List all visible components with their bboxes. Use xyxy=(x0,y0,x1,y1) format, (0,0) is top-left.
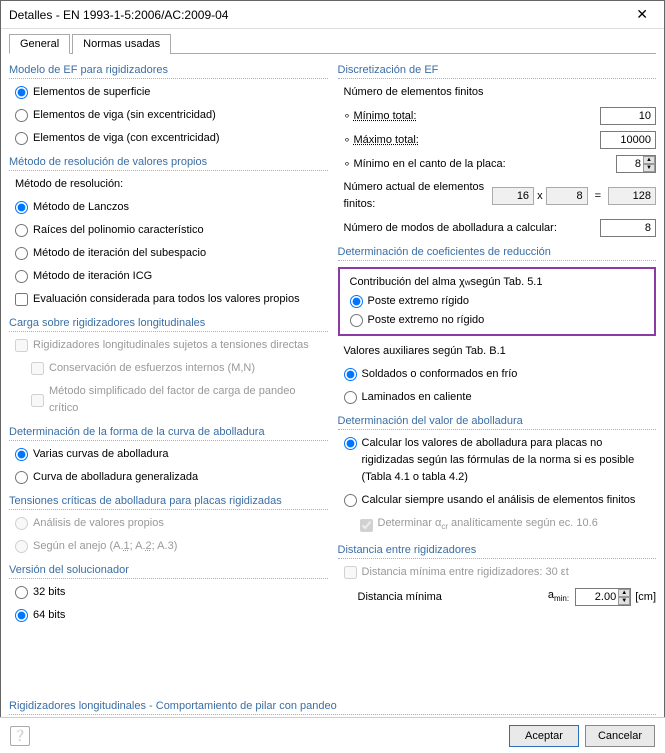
tab-normas[interactable]: Normas usadas xyxy=(72,34,171,54)
right-column: Discretización de EF Número de elementos… xyxy=(338,60,657,688)
highlight-box: Contribución del alma χw según Tab. 5.1 … xyxy=(338,267,657,336)
footer: ❔ Aceptar Cancelar xyxy=(0,717,665,753)
group-buckle-shape: Determinación de la forma de la curva de… xyxy=(9,424,328,441)
spin-down-icon[interactable]: ▼ xyxy=(618,597,630,605)
tab-general[interactable]: General xyxy=(9,34,70,54)
check-min-dist: Distancia mínima entre rigidizadores: 30… xyxy=(344,564,569,581)
check-simplified: Método simplificado del factor de carga … xyxy=(31,383,328,417)
radio-lanczos[interactable]: Método de Lanczos xyxy=(15,199,129,216)
readout-fe-y: 8 xyxy=(546,187,588,205)
check-conserve-mn: Conservación de esfuerzos internos (M,N) xyxy=(31,360,255,377)
radio-rigid-end[interactable]: Poste extremo rígido xyxy=(350,293,470,310)
label-num-fe: Número de elementos finitos xyxy=(338,83,657,102)
spin-down-icon[interactable]: ▼ xyxy=(643,164,655,172)
check-alpha-cr: Determinar αcr analíticamente según ec. … xyxy=(360,515,598,535)
label-aux-b1: Valores auxiliares según Tab. B.1 xyxy=(338,342,657,361)
radio-hotrolled[interactable]: Laminados en caliente xyxy=(344,389,472,406)
input-max-total[interactable] xyxy=(600,131,656,149)
radio-nonrigid-end[interactable]: Poste extremo no rígido xyxy=(350,312,485,329)
label-method: Método de resolución: xyxy=(9,175,328,194)
radio-icg[interactable]: Método de iteración ICG xyxy=(15,268,152,285)
readout-fe-x: 16 xyxy=(492,187,534,205)
radio-beam-ecc[interactable]: Elementos de viga (con excentricidad) xyxy=(15,130,219,147)
left-column: Modelo de EF para rigidizadores Elemento… xyxy=(9,60,328,688)
label-current-fe: Número actual de elementos finitos: xyxy=(344,179,493,213)
group-load-stiff: Carga sobre rigidizadores longitudinales xyxy=(9,315,328,332)
help-icon[interactable]: ❔ xyxy=(10,726,30,746)
radio-eigen-analysis: Análisis de valores propios xyxy=(15,515,164,532)
cancel-button[interactable]: Cancelar xyxy=(585,725,655,747)
radio-poly[interactable]: Raíces del polinomio característico xyxy=(15,222,204,239)
close-icon[interactable]: ✕ xyxy=(628,4,656,25)
input-modes[interactable] xyxy=(600,219,656,237)
label-web-contrib: Contribución del alma χw según Tab. 5.1 xyxy=(344,273,651,292)
spin-up-icon[interactable]: ▲ xyxy=(643,156,655,164)
group-ef-model: Modelo de EF para rigidizadores xyxy=(9,62,328,79)
group-solver-ver: Versión del solucionador xyxy=(9,562,328,579)
radio-subspace[interactable]: Método de iteración del subespacio xyxy=(15,245,206,262)
spin-up-icon[interactable]: ▲ xyxy=(618,589,630,597)
group-long-pillar: Rigidizadores longitudinales - Comportam… xyxy=(9,698,656,715)
readout-fe-total: 128 xyxy=(608,187,656,205)
label-modes: Número de modos de abolladura a calcular… xyxy=(344,220,601,237)
radio-calc-norm[interactable]: Calcular los valores de abolladura para … xyxy=(344,435,635,486)
radio-several-curves[interactable]: Varias curvas de abolladura xyxy=(15,446,169,463)
group-crit-stress: Tensiones críticas de abolladura para pl… xyxy=(9,493,328,510)
ok-button[interactable]: Aceptar xyxy=(509,725,579,747)
radio-welded[interactable]: Soldados o conformados en frío xyxy=(344,366,518,383)
group-reduction: Determinación de coeficientes de reducci… xyxy=(338,244,657,261)
check-long-stiff: Rigidizadores longitudinales sujetos a t… xyxy=(15,337,309,354)
radio-32bit[interactable]: 32 bits xyxy=(15,584,65,601)
radio-general-curve[interactable]: Curva de abolladura generalizada xyxy=(15,469,198,486)
input-min-total[interactable] xyxy=(600,107,656,125)
tab-strip: General Normas usadas xyxy=(9,33,656,54)
radio-beam-noecc[interactable]: Elementos de viga (sin excentricidad) xyxy=(15,107,216,124)
radio-64bit[interactable]: 64 bits xyxy=(15,607,65,624)
check-eval-all[interactable]: Evaluación considerada para todos los va… xyxy=(15,291,300,308)
titlebar: Detalles - EN 1993-1-5:2006/AC:2009-04 ✕ xyxy=(1,1,664,29)
radio-annex-a: Según el anejo (A.1; A.2; A.3) xyxy=(15,538,177,555)
radio-surface[interactable]: Elementos de superficie xyxy=(15,84,150,101)
group-stiff-dist: Distancia entre rigidizadores xyxy=(338,542,657,559)
label-dist-min: Distancia mínima xyxy=(344,589,454,606)
group-discretization: Discretización de EF xyxy=(338,62,657,79)
unit-cm: [cm] xyxy=(635,589,656,606)
group-buckle-value: Determinación del valor de abolladura xyxy=(338,413,657,430)
group-eigen-method: Método de resolución de valores propios xyxy=(9,154,328,171)
window-title: Detalles - EN 1993-1-5:2006/AC:2009-04 xyxy=(9,8,628,22)
radio-calc-fe[interactable]: Calcular siempre usando el análisis de e… xyxy=(344,492,636,509)
